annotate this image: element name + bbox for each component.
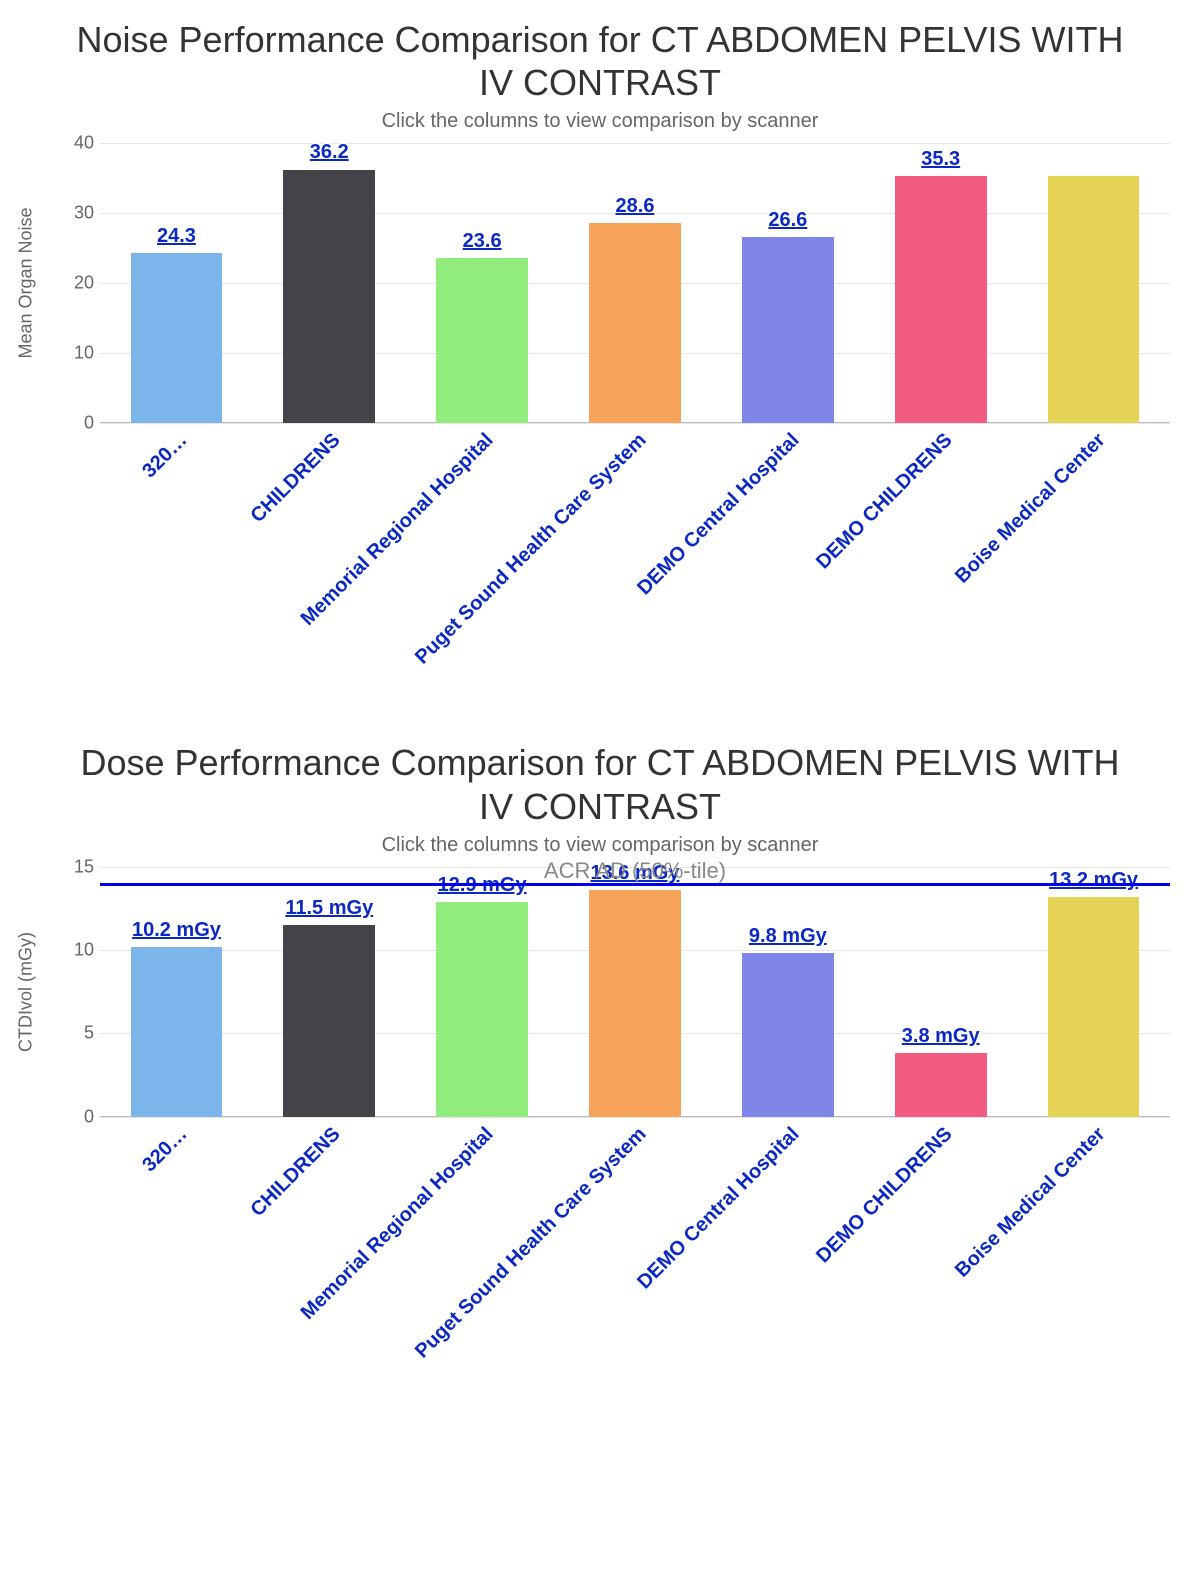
y-tick-label: 0 (54, 1106, 94, 1127)
bar-slot: 24.3 (100, 143, 253, 423)
bar[interactable] (436, 902, 528, 1117)
x-axis: 320…CHILDRENSMemorial Regional HospitalP… (100, 1117, 1170, 1427)
y-tick-label: 40 (54, 133, 94, 154)
reference-line: ACR AD (50%-tile) (100, 883, 1170, 886)
y-tick-label: 20 (54, 273, 94, 294)
dose-chart: Dose Performance Comparison for CT ABDOM… (0, 741, 1200, 1426)
y-tick-label: 30 (54, 203, 94, 224)
bar-value-label[interactable]: 13.2 mGy (1049, 869, 1138, 892)
bar[interactable] (283, 170, 375, 423)
bar-slot: 10.2 mGy (100, 867, 253, 1117)
bar-value-label[interactable]: 11.5 mGy (285, 897, 373, 920)
bar[interactable] (283, 925, 375, 1117)
bar-value-label[interactable]: 35.3 (921, 148, 960, 171)
reference-line-label: ACR AD (50%-tile) (544, 858, 726, 884)
bar-value-label[interactable]: 10.2 mGy (132, 919, 221, 942)
chart-subtitle: Click the columns to view comparison by … (0, 110, 1200, 133)
chart-subtitle: Click the columns to view comparison by … (0, 834, 1200, 857)
bar-value-label[interactable]: 26.6 (768, 209, 807, 232)
y-axis-title: Mean Organ Noise (16, 208, 37, 359)
y-axis-title: CTDIvol (mGy) (16, 932, 37, 1052)
noise-chart: Noise Performance Comparison for CT ABDO… (0, 18, 1200, 723)
x-axis: 320…CHILDRENSMemorial Regional HospitalP… (100, 423, 1170, 723)
bar-value-label[interactable]: 36.2 (310, 141, 349, 164)
chart-title: Dose Performance Comparison for CT ABDOM… (60, 741, 1140, 827)
y-tick-label: 10 (54, 343, 94, 364)
bar-value-label[interactable]: 24.3 (157, 225, 196, 248)
y-tick-label: 10 (54, 940, 94, 961)
y-tick-label: 15 (54, 856, 94, 877)
bar-value-label[interactable]: 23.6 (463, 230, 502, 253)
chart-title: Noise Performance Comparison for CT ABDO… (60, 18, 1140, 104)
y-tick-label: 5 (54, 1023, 94, 1044)
y-tick-label: 0 (54, 413, 94, 434)
bar-value-label[interactable]: 28.6 (616, 195, 655, 218)
bar[interactable] (1048, 176, 1140, 423)
